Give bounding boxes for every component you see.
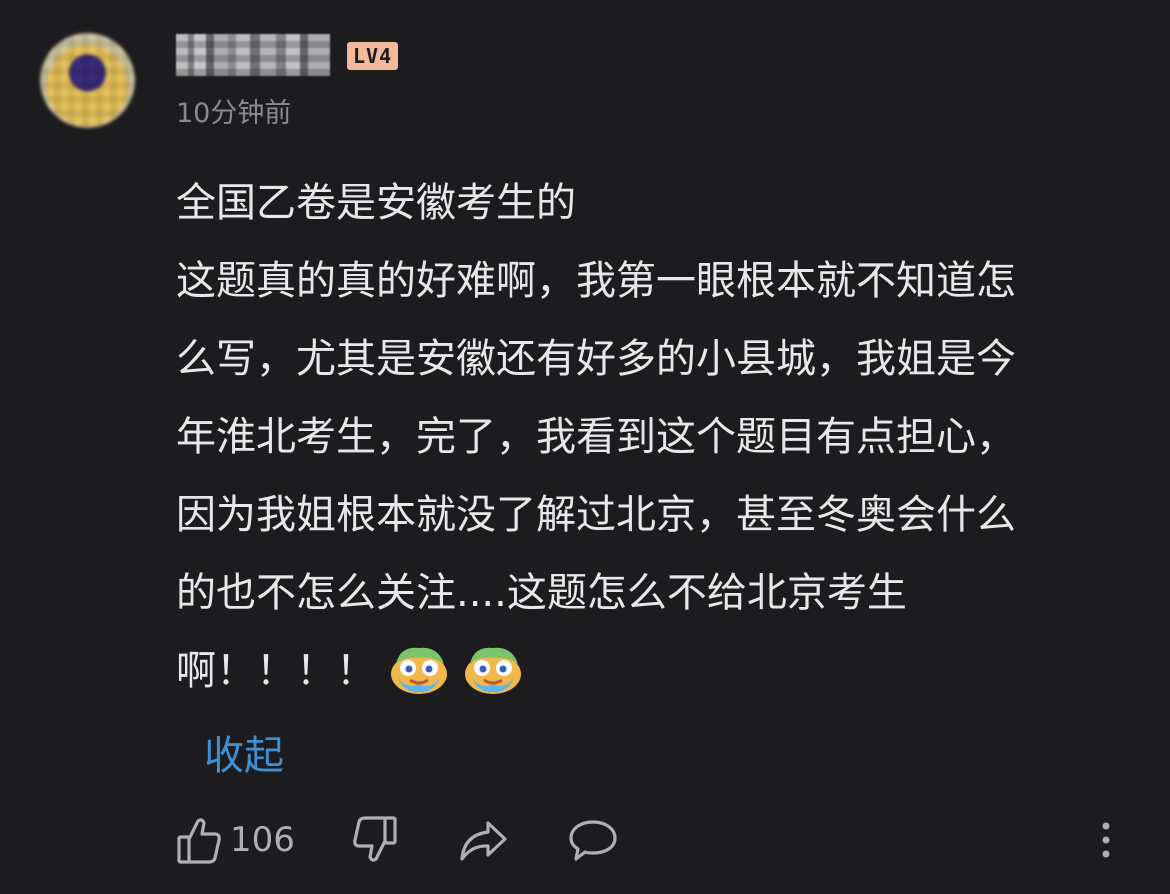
reply-button[interactable] bbox=[568, 812, 618, 868]
comment-line: 这题真的真的好难啊，我第一眼根本就不知道怎 bbox=[176, 258, 1016, 304]
comment-line: 啊！！！！ bbox=[176, 648, 376, 694]
comment-last-line: 啊！！！！ bbox=[176, 632, 1126, 710]
timestamp: 10分钟前 bbox=[176, 98, 292, 129]
more-vertical-icon bbox=[1102, 822, 1110, 858]
thumbs-down-icon bbox=[353, 816, 397, 862]
collapse-button[interactable]: 收起 bbox=[204, 730, 284, 782]
dislike-button[interactable] bbox=[352, 812, 398, 868]
crying-emoji bbox=[465, 647, 521, 694]
share-icon bbox=[460, 821, 507, 861]
share-button[interactable] bbox=[458, 812, 508, 868]
crying-emoji bbox=[391, 647, 447, 694]
comment-line: 的也不怎么关注....这题怎么不给北京考生 bbox=[176, 570, 907, 616]
comment-line: 全国乙卷是安徽考生的 bbox=[176, 180, 576, 226]
comment-card: LV4 10分钟前 全国乙卷是安徽考生的 这题真的真的好难啊，我第一眼根本就不知… bbox=[0, 0, 1170, 894]
avatar[interactable] bbox=[40, 33, 135, 128]
like-button[interactable]: 106 bbox=[176, 812, 295, 868]
level-badge: LV4 bbox=[347, 42, 399, 70]
more-options-button[interactable] bbox=[1100, 812, 1112, 868]
reply-icon bbox=[569, 820, 617, 861]
comment-line: 么写，尤其是安徽还有好多的小县城，我姐是今 bbox=[176, 336, 1016, 382]
comment-line: 年淮北考生，完了，我看到这个题目有点担心， bbox=[176, 414, 1016, 460]
username-pixelated[interactable] bbox=[176, 34, 330, 76]
comment-text: 全国乙卷是安徽考生的 这题真的真的好难啊，我第一眼根本就不知道怎 么写，尤其是安… bbox=[176, 164, 1126, 710]
comment-line: 因为我姐根本就没了解过北京，甚至冬奥会什么 bbox=[176, 492, 1016, 538]
thumbs-up-icon bbox=[177, 818, 221, 864]
action-bar: 106 bbox=[176, 812, 1136, 868]
like-count: 106 bbox=[230, 820, 295, 860]
